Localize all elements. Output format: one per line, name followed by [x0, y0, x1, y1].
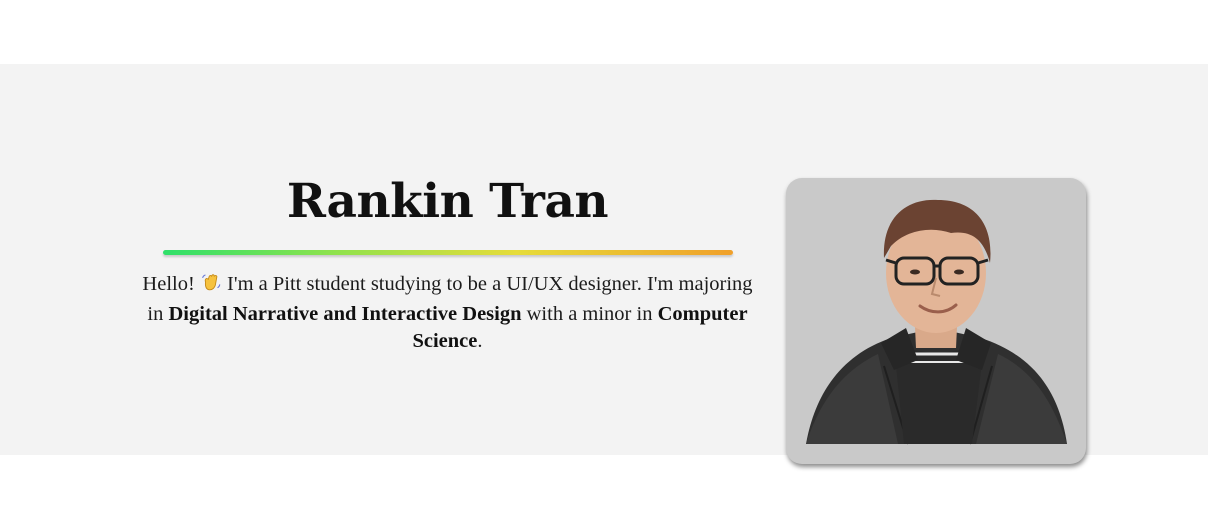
page-title: Rankin Tran — [286, 174, 609, 229]
bio-text-4: . — [477, 330, 483, 352]
hero-section: Rankin Tran Hello! I'm a Pitt student st… — [0, 64, 1208, 464]
profile-photo — [786, 178, 1086, 464]
major-name: Digital Narrative and Interactive Design — [168, 303, 522, 325]
intro-block: Rankin Tran Hello! I'm a Pitt student st… — [140, 164, 755, 355]
bio-text-3: with a minor in — [521, 303, 658, 325]
gradient-divider — [162, 250, 733, 255]
bio-paragraph: Hello! I'm a Pitt student studying to be… — [140, 271, 755, 355]
portrait-image — [806, 199, 1067, 445]
bio-text-1: Hello! — [142, 273, 200, 295]
waving-hand-icon — [200, 271, 222, 301]
